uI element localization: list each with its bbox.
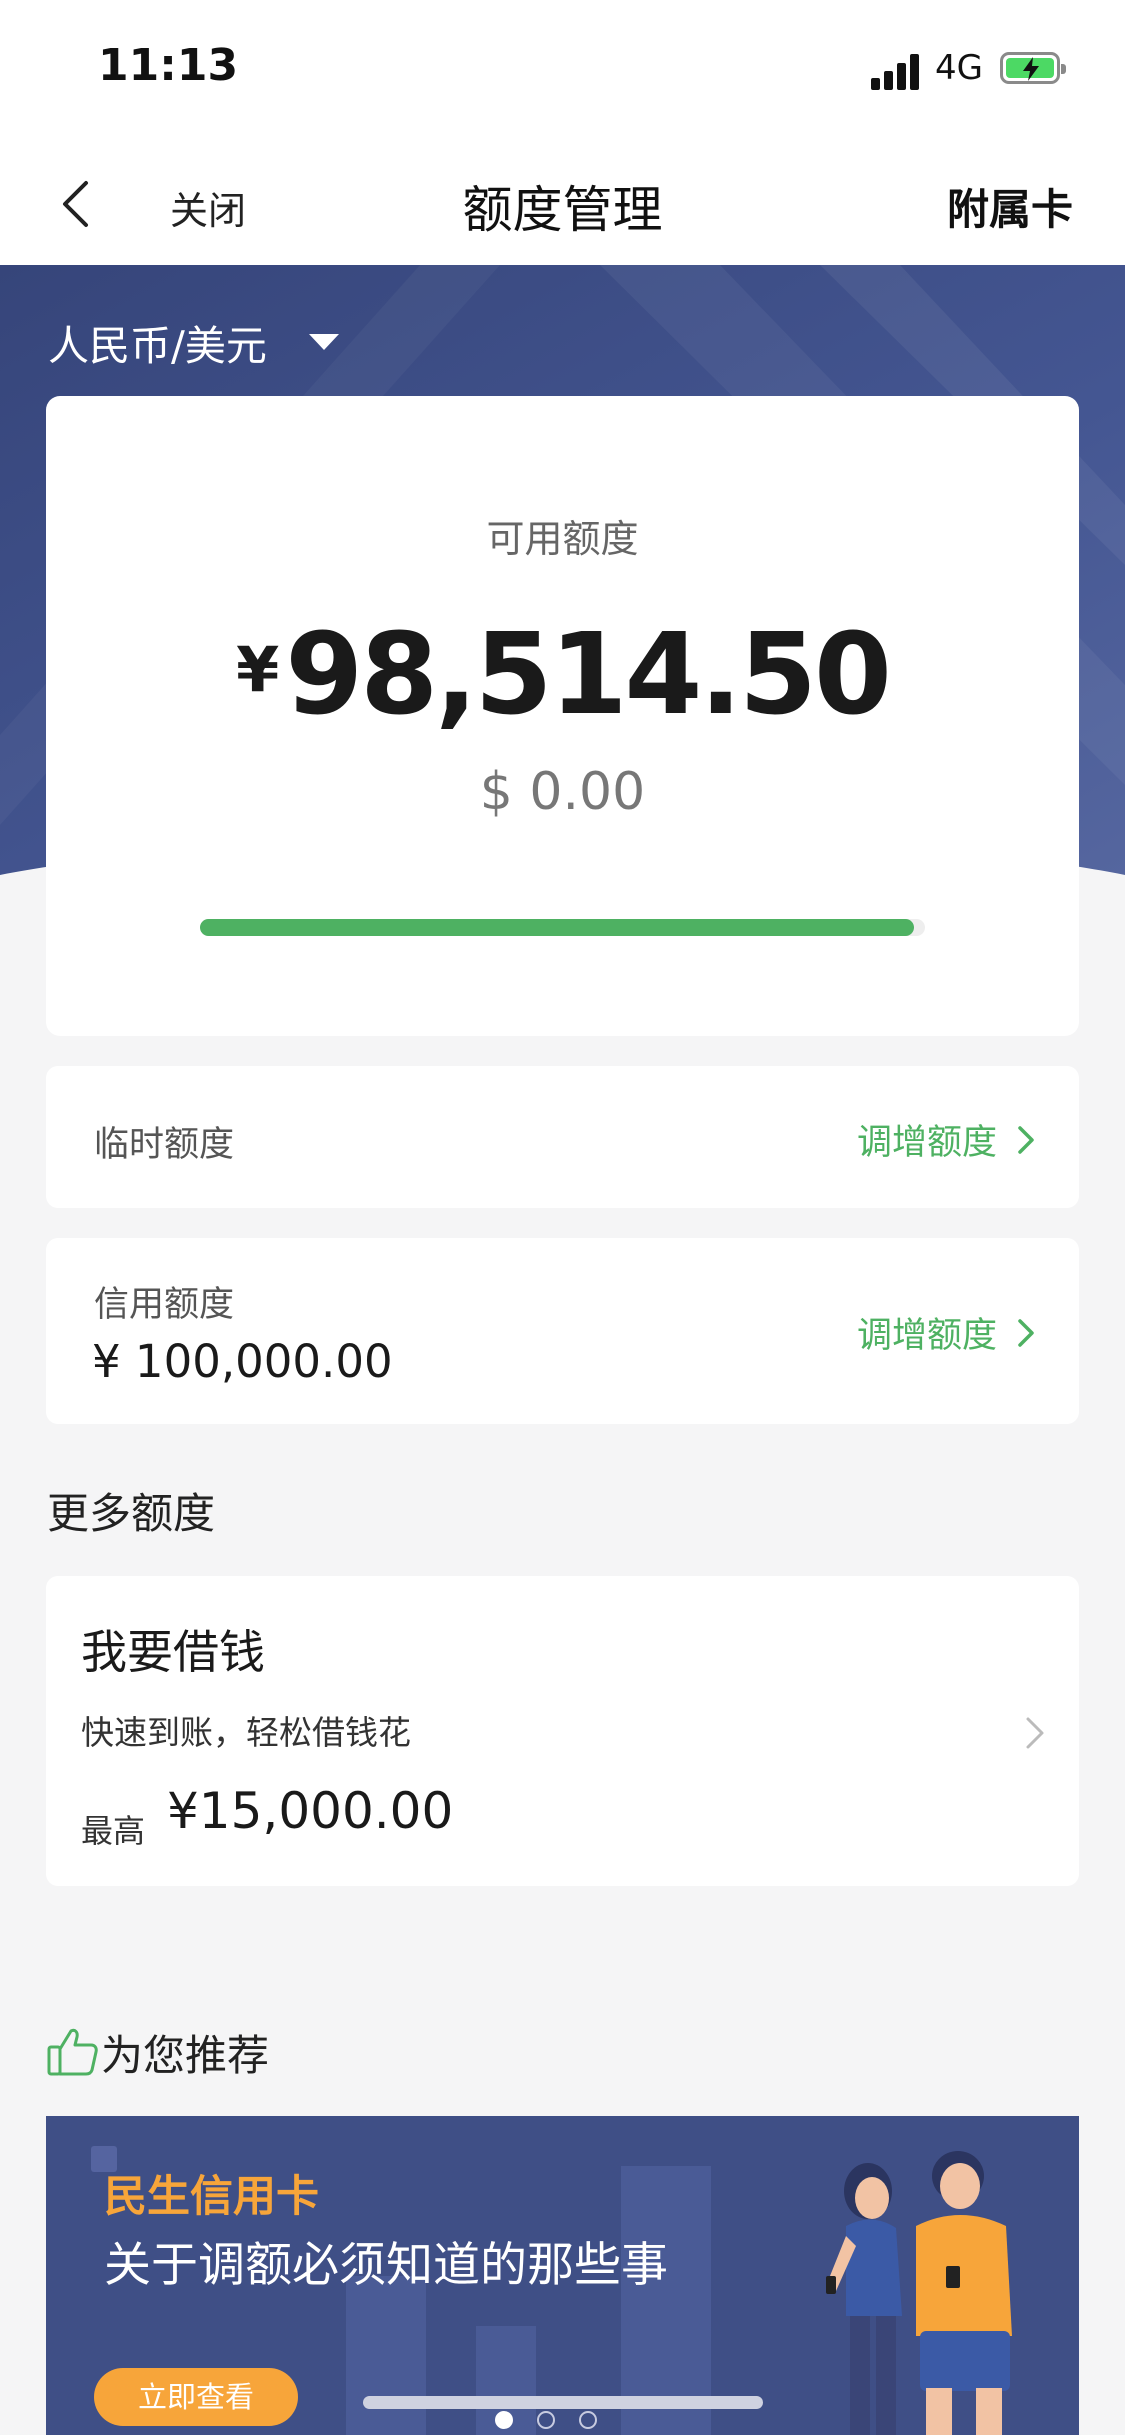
promo-banner[interactable]: 民生信用卡 关于调额必须知道的那些事 立即查看 [46,2116,1079,2435]
home-indicator[interactable] [363,2396,763,2409]
limit-progress-bar [200,919,925,936]
nav-bar: 额度管理 关闭 附属卡 [0,140,1125,265]
borrow-money-title: 我要借钱 [81,1625,265,1679]
banner-pagination [0,2411,1108,2429]
banner-headline: 关于调额必须知道的那些事 [104,2238,668,2293]
close-button[interactable]: 关闭 [170,180,246,235]
yen-symbol: ¥ [236,633,280,706]
pagination-dot[interactable] [494,2411,513,2429]
available-limit-card: 可用额度 ¥98,514.50 $ 0.00 [46,396,1079,1036]
limit-progress-fill [200,919,915,936]
temporary-limit-label: 临时额度 [94,1125,235,1165]
temporary-limit-row[interactable]: 临时额度 调增额度 [46,1066,1079,1208]
supplementary-card-button[interactable]: 附属卡 [947,176,1073,237]
borrow-max-amount: ¥15,000.00 [167,1782,454,1840]
back-chevron-icon[interactable] [58,180,94,228]
pagination-dot[interactable] [578,2411,597,2429]
available-amount-value: 98,514.50 [285,610,892,740]
chevron-right-icon [1026,1717,1044,1749]
increase-limit-label: 调增额度 [856,1316,997,1356]
credit-limit-amount: ¥ 100,000.00 [92,1335,393,1388]
more-limits-title: 更多额度 [47,1489,216,1538]
currency-selector-label: 人民币/美元 [48,322,267,370]
recommend-title-label: 为您推荐 [101,2030,270,2080]
credit-limit-label: 信用额度 [94,1285,235,1325]
battery-charging-icon [1000,52,1066,84]
currency-selector[interactable]: 人民币/美元 [48,312,339,372]
borrow-money-card[interactable]: 我要借钱 快速到账，轻松借钱花 最高 ¥15,000.00 [46,1576,1079,1886]
status-time: 11:13 [98,40,239,91]
thumbs-up-icon [47,2028,98,2076]
pagination-dot[interactable] [536,2411,555,2429]
available-limit-label: 可用额度 [486,517,639,561]
credit-limit-row[interactable]: 信用额度 ¥ 100,000.00 调增额度 [46,1238,1079,1424]
recommend-section-title: 为您推荐 [47,2022,269,2082]
network-type: 4G [935,48,983,88]
available-usd-amount: $ 0.00 [479,762,646,822]
caret-down-icon [308,334,339,350]
chevron-right-icon [1018,1125,1034,1154]
available-limit-amount: ¥98,514.50 [46,610,1079,740]
cellular-signal-icon [871,52,923,90]
credit-limit-increase-button[interactable]: 调增额度 [857,1307,1035,1358]
borrow-money-subtitle: 快速到账，轻松借钱花 [81,1713,411,1752]
increase-limit-label: 调增额度 [856,1123,997,1163]
chevron-right-icon [1018,1318,1034,1347]
status-bar: 11:13 4G [0,0,1125,140]
borrow-max-label: 最高 [81,1812,146,1850]
banner-brand: 民生信用卡 [104,2172,319,2222]
temporary-limit-increase-button[interactable]: 调增额度 [857,1114,1035,1165]
